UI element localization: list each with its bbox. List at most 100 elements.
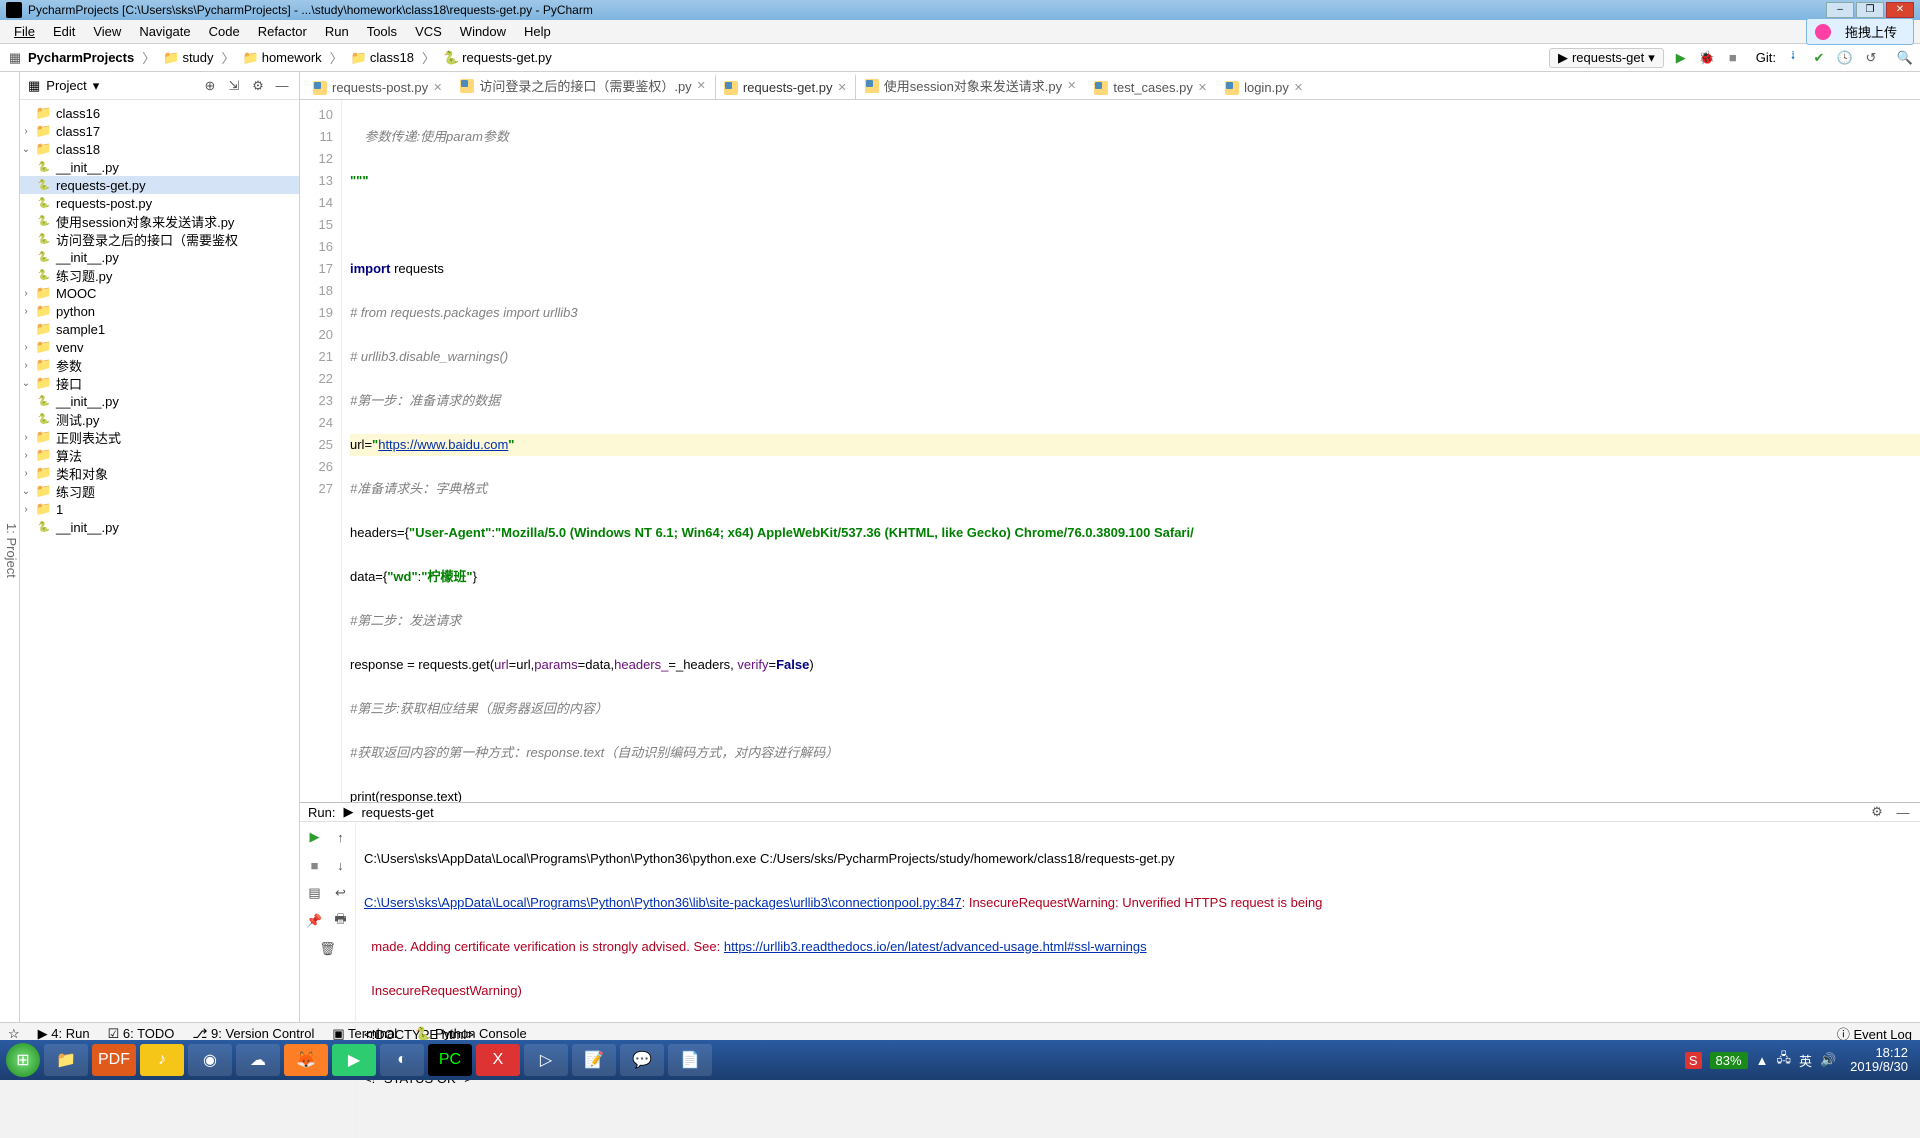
battery-indicator[interactable]: 83% <box>1710 1052 1748 1069</box>
run-output[interactable]: C:\Users\sks\AppData\Local\Programs\Pyth… <box>356 822 1920 1138</box>
tray-network-icon[interactable]: 🖧 <box>1776 1049 1791 1071</box>
gear-icon[interactable]: ⚙ <box>249 77 267 95</box>
crumb-study[interactable]: 📁 study <box>159 48 217 68</box>
git-commit-icon[interactable]: ✔ <box>1810 49 1828 67</box>
menu-code[interactable]: Code <box>201 22 248 41</box>
crumb-file[interactable]: 🐍 requests-get.py <box>439 48 556 68</box>
taskbar-notes-icon[interactable]: 📝 <box>572 1044 616 1076</box>
editor-tab[interactable]: requests-post.py✕ <box>304 75 451 99</box>
down-icon[interactable]: ↓ <box>332 856 350 874</box>
stop-icon[interactable]: ■ <box>306 856 324 874</box>
taskbar-xshell-icon[interactable]: X <box>476 1044 520 1076</box>
maximize-button[interactable]: ❐ <box>1856 2 1884 18</box>
menu-run[interactable]: Run <box>317 22 357 41</box>
print-icon[interactable]: 🖶 <box>332 912 350 930</box>
tree-arrow-icon[interactable]: › <box>20 360 32 371</box>
output-link[interactable]: https://urllib3.readthedocs.io/en/latest… <box>724 939 1147 954</box>
taskbar-cloud-icon[interactable]: ☁ <box>236 1044 280 1076</box>
menu-vcs[interactable]: VCS <box>407 22 450 41</box>
left-tool-rail[interactable]: 1: Project <box>0 72 20 1022</box>
chevron-down-icon[interactable]: ▾ <box>93 78 100 94</box>
search-everywhere-icon[interactable]: 🔍 <box>1896 49 1914 67</box>
rail-project[interactable]: 1: Project <box>4 523 19 578</box>
tree-folder[interactable]: ›📁算法 <box>20 446 299 464</box>
run-button[interactable]: ▶ <box>1672 49 1690 67</box>
editor-tab[interactable]: login.py✕ <box>1216 75 1312 99</box>
upload-chip[interactable]: 拖拽上传 <box>1806 18 1914 45</box>
tree-arrow-icon[interactable]: › <box>20 126 32 137</box>
rerun-icon[interactable]: ▶ <box>306 828 324 846</box>
tree-folder[interactable]: 📁class16 <box>20 104 299 122</box>
menu-help[interactable]: Help <box>516 22 559 41</box>
tree-folder[interactable]: ›📁类和对象 <box>20 464 299 482</box>
tree-folder[interactable]: ⌄📁接口 <box>20 374 299 392</box>
taskbar-app-icon[interactable]: ◐ <box>380 1044 424 1076</box>
pin-icon[interactable]: 📌 <box>306 912 324 930</box>
tree-folder[interactable]: ›📁venv <box>20 338 299 356</box>
git-revert-icon[interactable]: ↺ <box>1862 49 1880 67</box>
taskbar-clock[interactable]: 18:12 2019/8/30 <box>1844 1046 1914 1074</box>
close-tab-icon[interactable]: ✕ <box>1067 79 1076 92</box>
debug-button[interactable]: 🐞 <box>1698 49 1716 67</box>
code-editor[interactable]: 101112131415161718192021222324252627 参数传… <box>300 100 1920 802</box>
gear-icon[interactable]: ⚙ <box>1868 803 1886 821</box>
trash-icon[interactable]: 🗑 <box>319 940 337 958</box>
tree-file[interactable]: 🐍__init__.py <box>20 248 299 266</box>
close-tab-icon[interactable]: ✕ <box>838 81 847 94</box>
tree-folder[interactable]: ›📁1 <box>20 500 299 518</box>
taskbar-pdf-icon[interactable]: PDF <box>92 1044 136 1076</box>
system-tray[interactable]: S 83% ▲ 🖧 英 🔊 18:12 2019/8/30 <box>1685 1046 1914 1074</box>
tree-file[interactable]: 🐍练习题.py <box>20 266 299 284</box>
tree-file[interactable]: 🐍requests-get.py <box>20 176 299 194</box>
crumb-homework[interactable]: 📁 homework <box>239 48 326 68</box>
tree-arrow-icon[interactable]: ⌄ <box>20 378 32 389</box>
tray-s-icon[interactable]: S <box>1685 1052 1702 1069</box>
menu-navigate[interactable]: Navigate <box>131 22 198 41</box>
editor-tab[interactable]: test_cases.py✕ <box>1085 75 1216 99</box>
project-icon[interactable]: ▦ <box>6 49 24 67</box>
code-content[interactable]: 参数传递:使用param参数 """ import requests # fro… <box>342 100 1920 802</box>
tree-folder[interactable]: ›📁正则表达式 <box>20 428 299 446</box>
locate-icon[interactable]: ⊕ <box>201 77 219 95</box>
git-update-icon[interactable]: ⭭ <box>1784 49 1802 67</box>
project-tree[interactable]: 📁class16›📁class17⌄📁class18🐍__init__.py🐍r… <box>20 100 299 1022</box>
taskbar-chrome-icon[interactable]: ◉ <box>188 1044 232 1076</box>
close-tab-icon[interactable]: ✕ <box>433 81 442 94</box>
taskbar-media-icon[interactable]: ▶ <box>332 1044 376 1076</box>
output-link[interactable]: C:\Users\sks\AppData\Local\Programs\Pyth… <box>364 895 962 910</box>
tree-arrow-icon[interactable]: ⌄ <box>20 486 32 497</box>
taskbar-player-icon[interactable]: ▷ <box>524 1044 568 1076</box>
tree-file[interactable]: 🐍__init__.py <box>20 518 299 536</box>
editor-tab[interactable]: 使用session对象来发送请求.py✕ <box>856 71 1086 99</box>
taskbar-wechat-icon[interactable]: 💬 <box>620 1044 664 1076</box>
tree-folder[interactable]: ›📁class17 <box>20 122 299 140</box>
tree-file[interactable]: 🐍测试.py <box>20 410 299 428</box>
close-tab-icon[interactable]: ✕ <box>1294 81 1303 94</box>
tray-chevron-icon[interactable]: ▲ <box>1756 1053 1769 1068</box>
tree-arrow-icon[interactable]: › <box>20 342 32 353</box>
tree-folder[interactable]: 📁sample1 <box>20 320 299 338</box>
taskbar-explorer-icon[interactable]: 📁 <box>44 1044 88 1076</box>
menu-view[interactable]: View <box>85 22 129 41</box>
tree-folder[interactable]: ›📁python <box>20 302 299 320</box>
crumb-root[interactable]: PycharmProjects <box>24 48 138 67</box>
taskbar-firefox-icon[interactable]: 🦊 <box>284 1044 328 1076</box>
menu-window[interactable]: Window <box>452 22 514 41</box>
hide-panel-icon[interactable]: — <box>273 77 291 95</box>
tree-arrow-icon[interactable]: › <box>20 288 32 299</box>
tree-folder[interactable]: ⌄📁练习题 <box>20 482 299 500</box>
tree-folder[interactable]: ⌄📁class18 <box>20 140 299 158</box>
menu-refactor[interactable]: Refactor <box>250 22 315 41</box>
close-button[interactable]: ✕ <box>1886 2 1914 18</box>
taskbar-music-icon[interactable]: ♪ <box>140 1044 184 1076</box>
tree-arrow-icon[interactable]: › <box>20 450 32 461</box>
close-tab-icon[interactable]: ✕ <box>697 79 706 92</box>
tree-folder[interactable]: ›📁MOOC <box>20 284 299 302</box>
up-icon[interactable]: ↑ <box>332 828 350 846</box>
crumb-class18[interactable]: 📁 class18 <box>347 48 418 68</box>
start-button[interactable]: ⊞ <box>6 1043 40 1077</box>
tree-file[interactable]: 🐍__init__.py <box>20 158 299 176</box>
run-config-selector[interactable]: ▶ requests-get ▾ <box>1549 48 1664 68</box>
minimize-button[interactable]: – <box>1826 2 1854 18</box>
taskbar-notepad-icon[interactable]: 📄 <box>668 1044 712 1076</box>
